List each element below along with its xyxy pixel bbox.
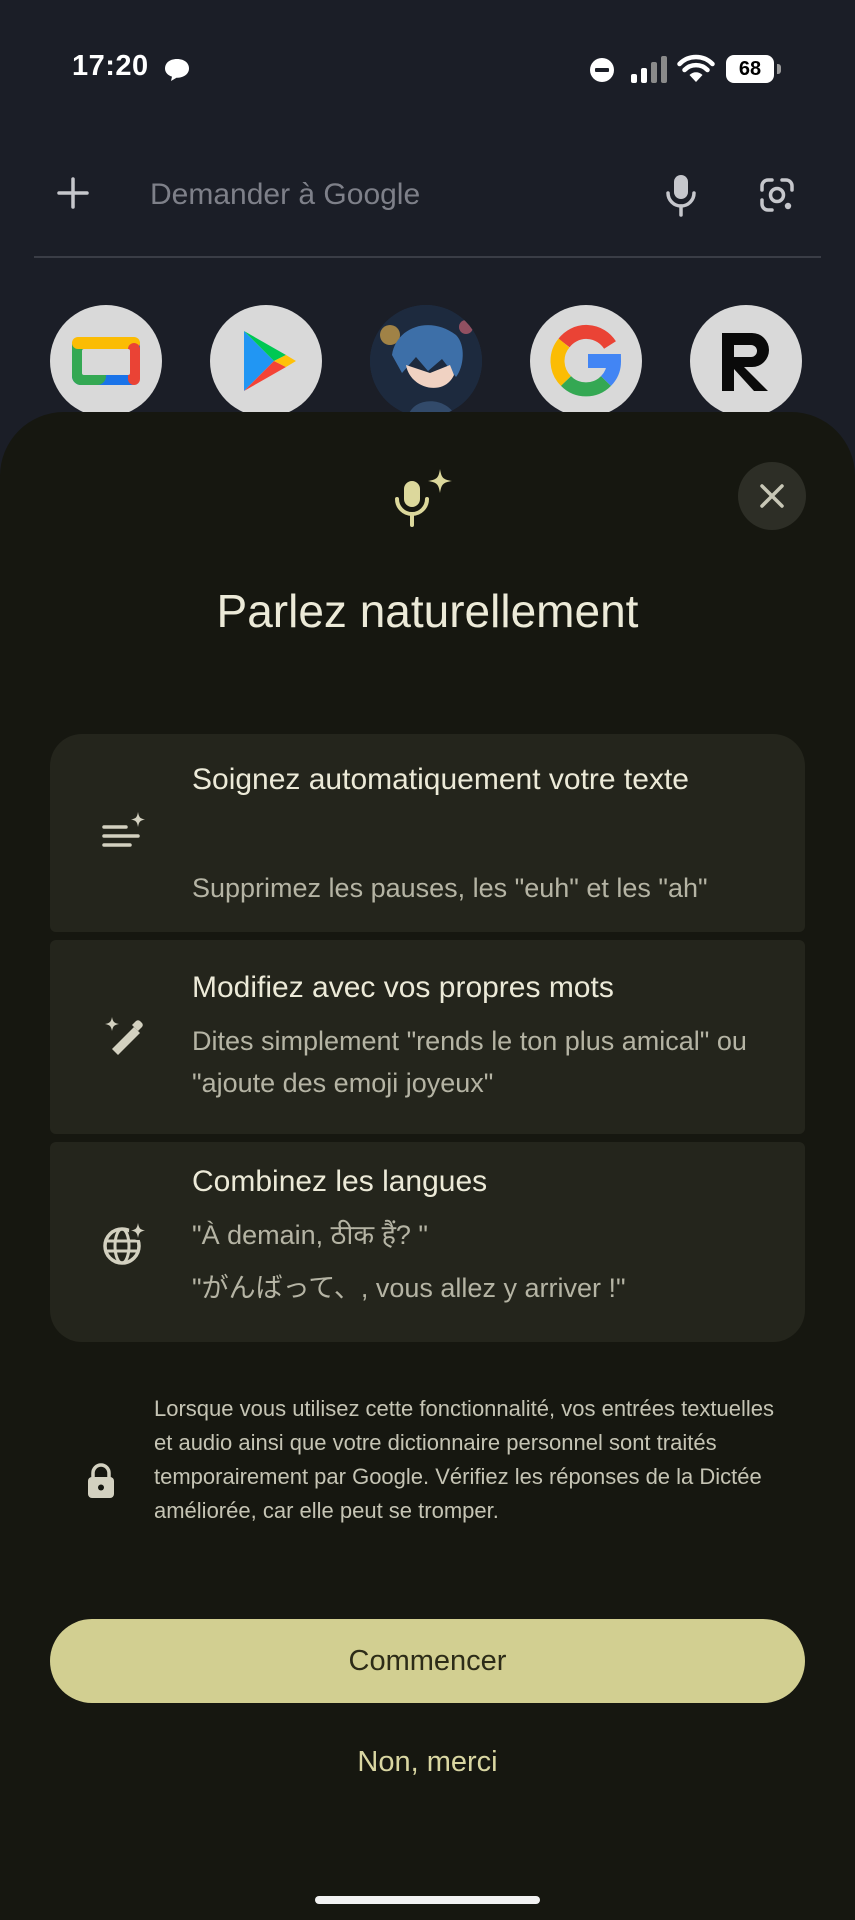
feature-card-auto-clean: Soignez automatiquement votre texte Supp… [50,734,805,932]
battery-level: 68 [726,55,774,83]
feature-title: Combinez les langues [192,1165,488,1198]
play-store-icon[interactable] [210,305,322,417]
battery-tip [777,64,781,74]
home-indicator[interactable] [315,1896,540,1904]
do-not-disturb-icon [590,58,614,82]
bottom-sheet: Parlez naturellement Soignez automatique… [0,412,855,1920]
plus-icon[interactable] [56,176,90,210]
feature-description: Supprimez les pauses, les "euh" et les "… [192,873,708,903]
feature-description: Dites simplement "rends le ton plus amic… [192,1026,747,1098]
privacy-notice: Lorsque vous utilisez cette fonctionnali… [154,1396,775,1523]
feature-description-line-2: "がんばって、, vous allez y arriver !" [192,1273,626,1303]
feature-card-combine-languages: Combinez les langues "À demain, ठीक हैं?… [50,1142,805,1342]
signal-icon [631,56,667,83]
lens-icon[interactable] [758,176,796,214]
mic-icon[interactable] [664,173,698,217]
wifi-icon [677,54,715,82]
status-time: 17:20 [72,50,149,82]
chat-bubble-icon [165,59,189,81]
mic-sparkle-icon [395,469,452,527]
no-thanks-button[interactable]: Non, merci [300,1732,555,1792]
search-input[interactable]: Demander à Google [150,178,420,212]
feature-title: Modifiez avec vos propres mots [192,971,614,1004]
google-icon[interactable] [530,305,642,417]
app-shortcuts-row [0,305,855,425]
lock-icon [88,1463,114,1498]
feature-description-line-1: "À demain, ठीक हैं? " [192,1220,429,1250]
text-sparkle-icon [102,812,145,847]
anime-avatar-icon[interactable] [370,305,482,417]
battery-icon: 68 [726,55,782,83]
google-tv-icon[interactable] [50,305,162,417]
close-button[interactable] [738,462,806,530]
globe-sparkle-icon [103,1222,146,1265]
feature-title: Soignez automatiquement votre texte [192,763,689,796]
close-icon [760,484,784,508]
revolut-icon[interactable] [690,305,802,417]
status-bar: 17:20 68 [0,0,855,140]
start-button[interactable]: Commencer [50,1619,805,1703]
magic-pen-icon [105,1017,143,1055]
sheet-title: Parlez naturellement [216,585,639,637]
search-bar[interactable]: Demander à Google [34,150,821,258]
feature-card-edit-words: Modifiez avec vos propres mots Dites sim… [50,940,805,1134]
